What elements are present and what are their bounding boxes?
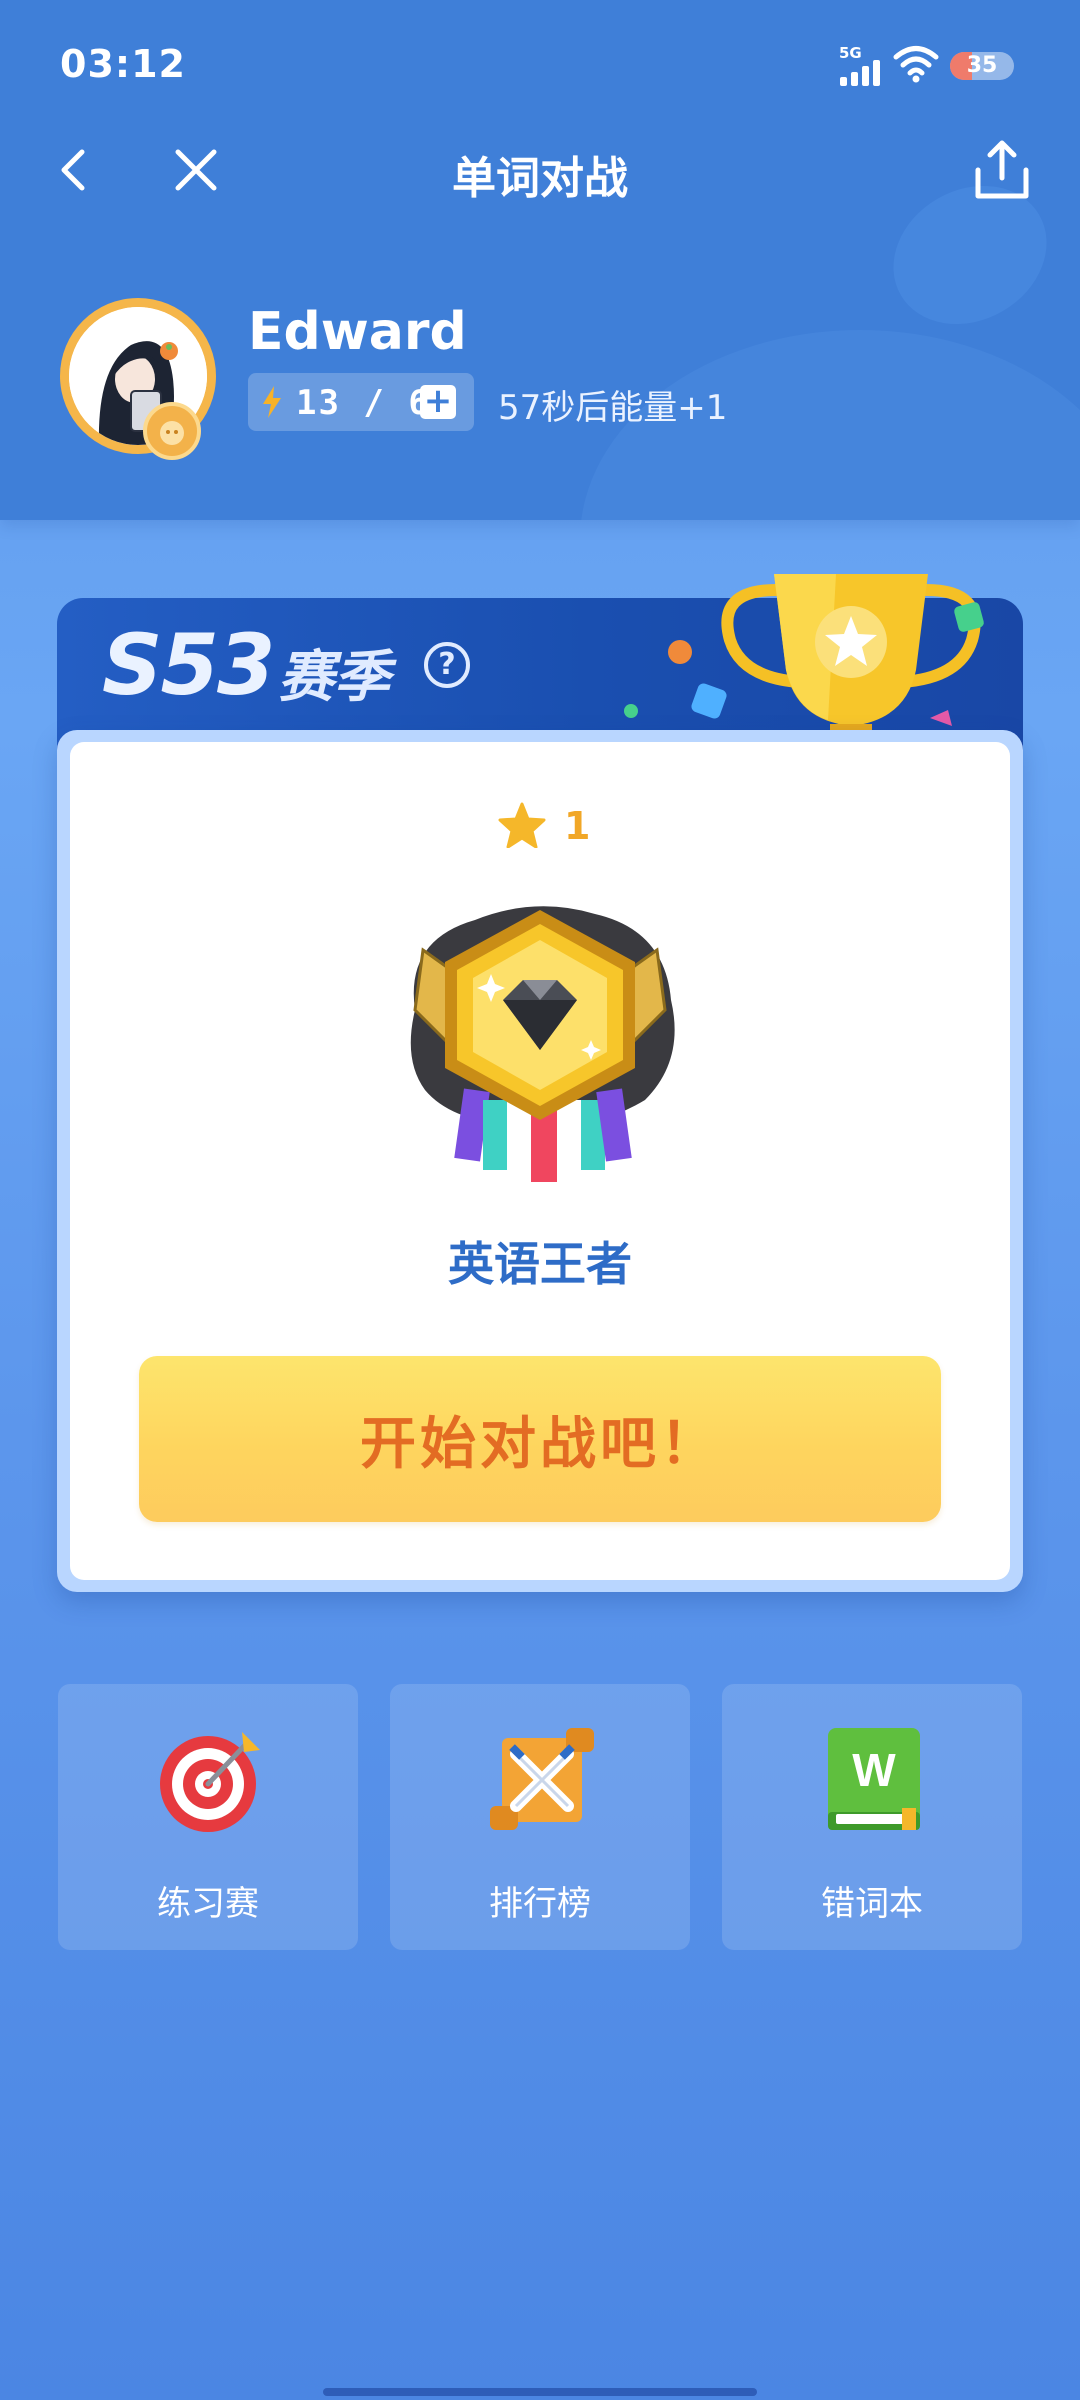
- add-energy-button[interactable]: +: [420, 384, 456, 419]
- star-icon: [498, 802, 546, 848]
- svg-text:W: W: [852, 1744, 896, 1796]
- status-time: 03:12: [60, 42, 186, 86]
- target-icon: [160, 1732, 260, 1832]
- start-battle-button[interactable]: 开始对战吧！: [139, 1356, 941, 1522]
- season-help-button[interactable]: ?: [424, 642, 470, 688]
- practice-tile[interactable]: 练习赛: [58, 1684, 358, 1950]
- season-label: 赛季: [278, 645, 390, 710]
- energy-pill: 13 / 60 +: [248, 373, 474, 431]
- page-title: 单词对战: [452, 153, 628, 204]
- leaderboard-label: 排行榜: [489, 1884, 591, 1924]
- battery-level: 35: [966, 53, 998, 78]
- lightning-icon: [263, 386, 281, 418]
- wordbook-tile[interactable]: W 错词本: [722, 1684, 1022, 1950]
- wordbook-label: 错词本: [821, 1884, 923, 1924]
- rank-title: 英语王者: [448, 1237, 632, 1291]
- practice-label: 练习赛: [157, 1884, 259, 1924]
- avatar-badge-icon: [143, 402, 201, 460]
- scroll-swords-icon: [490, 1728, 594, 1830]
- energy-countdown: 57秒后能量+1: [498, 388, 728, 428]
- username: Edward: [248, 302, 467, 362]
- share-icon[interactable]: [972, 138, 1032, 204]
- leaderboard-tile[interactable]: 排行榜: [390, 1684, 690, 1950]
- battery-icon: 35: [950, 52, 1014, 80]
- season-code: S53: [102, 616, 275, 714]
- rank-medal-icon: [410, 906, 675, 1182]
- star-count: 1: [498, 800, 618, 852]
- home-indicator[interactable]: [323, 2388, 757, 2396]
- wifi-icon: [893, 46, 939, 83]
- wordbook-icon: W: [828, 1728, 920, 1830]
- star-count-value: 1: [564, 804, 591, 848]
- signal-icon: [840, 60, 884, 86]
- confetti-decoration: [668, 640, 692, 664]
- status-bar: 03:12 5G 35: [0, 0, 1080, 130]
- confetti-decoration: [624, 704, 638, 718]
